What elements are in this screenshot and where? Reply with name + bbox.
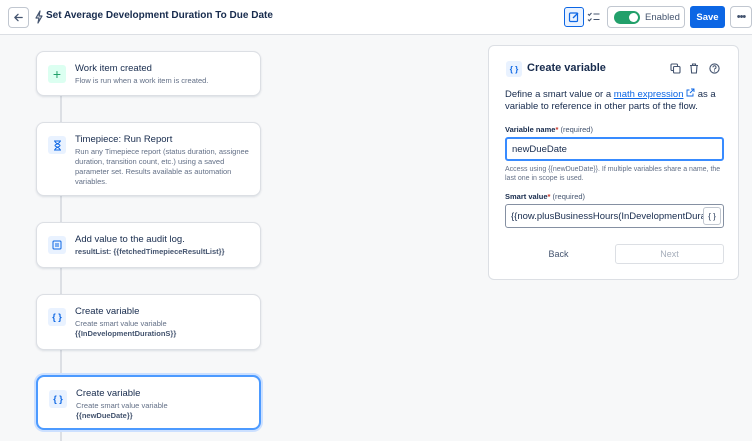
braces-icon: { } bbox=[506, 61, 522, 77]
flow-connector bbox=[60, 196, 62, 222]
duplicate-button[interactable] bbox=[669, 62, 681, 74]
flow-node-create-variable-2[interactable]: { } Create variable Create smart value v… bbox=[36, 375, 261, 430]
checklist-icon bbox=[587, 12, 599, 22]
edit-icon bbox=[568, 12, 579, 23]
node-description: Run any Timepiece report (status duratio… bbox=[75, 147, 249, 186]
node-title: Timepiece: Run Report bbox=[75, 134, 173, 145]
desc-value: {{InDevelopmentDurationS}} bbox=[75, 329, 177, 338]
variable-name-input[interactable]: newDueDate bbox=[505, 137, 724, 161]
variable-name-help: Access using {{newDueDate}}. If multiple… bbox=[505, 166, 721, 182]
back-step-button[interactable]: Back bbox=[505, 244, 612, 264]
enabled-label: Enabled bbox=[645, 11, 680, 23]
arrow-left-icon bbox=[14, 13, 23, 22]
braces-icon: { } bbox=[49, 390, 67, 408]
flow-connector bbox=[60, 430, 62, 441]
lightning-icon bbox=[35, 10, 43, 24]
math-expression-link[interactable]: math expression bbox=[614, 89, 684, 100]
node-title: Work item created bbox=[75, 63, 152, 74]
desc-text: Create smart value variable bbox=[76, 401, 168, 410]
hourglass-icon bbox=[48, 136, 66, 154]
flow-connector bbox=[60, 96, 62, 122]
insert-smart-value-button[interactable]: { } bbox=[703, 207, 721, 225]
save-button[interactable]: Save bbox=[690, 6, 725, 28]
flow-node-timepiece[interactable]: Timepiece: Run Report Run any Timepiece … bbox=[36, 122, 261, 196]
checklist-view-button[interactable] bbox=[584, 7, 602, 27]
top-bar: Set Average Development Duration To Due … bbox=[0, 0, 752, 35]
more-options-button[interactable]: ••• bbox=[730, 6, 752, 28]
node-description: Flow is run when a work item is created. bbox=[75, 76, 209, 85]
help-icon bbox=[708, 62, 720, 74]
enabled-toggle[interactable]: Enabled bbox=[607, 6, 685, 28]
desc-prefix: resultList: bbox=[75, 247, 112, 256]
node-description: Create smart value variable {{newDueDate}… bbox=[76, 401, 256, 421]
node-title: Create variable bbox=[75, 306, 140, 317]
audit-log-icon bbox=[48, 236, 66, 254]
braces-icon: { } bbox=[48, 308, 66, 326]
external-link-icon bbox=[686, 88, 695, 97]
flow-title: Set Average Development Duration To Due … bbox=[46, 10, 273, 21]
flow-connector bbox=[60, 268, 62, 294]
create-variable-panel: { } Create variable Define a smart value… bbox=[488, 45, 739, 280]
desc-value: {{fetchedTimepieceResultList}} bbox=[113, 247, 225, 256]
node-title: Add value to the audit log. bbox=[75, 234, 185, 245]
node-description: Create smart value variable {{InDevelopme… bbox=[75, 319, 255, 339]
desc-text: Create smart value variable bbox=[75, 319, 167, 328]
node-title: Create variable bbox=[76, 388, 141, 399]
delete-button[interactable] bbox=[688, 62, 700, 74]
desc-value: {{newDueDate}} bbox=[76, 411, 133, 420]
panel-description: Define a smart value or a math expressio… bbox=[505, 88, 730, 113]
variable-name-label: Variable name* (required) bbox=[505, 125, 593, 134]
back-button[interactable] bbox=[8, 7, 29, 28]
copy-icon bbox=[669, 62, 681, 74]
plus-icon: + bbox=[48, 65, 66, 83]
trash-icon bbox=[690, 62, 698, 74]
flow-node-create-variable-1[interactable]: { } Create variable Create smart value v… bbox=[36, 294, 261, 350]
smart-value-input[interactable]: {{now.plusBusinessHours(InDevelopmentDur… bbox=[505, 204, 724, 228]
edit-view-button[interactable] bbox=[564, 7, 584, 27]
panel-title: Create variable bbox=[527, 62, 606, 74]
flow-node-audit-log[interactable]: Add value to the audit log. resultList: … bbox=[36, 222, 261, 268]
next-step-button[interactable]: Next bbox=[615, 244, 724, 264]
flow-node-trigger[interactable]: + Work item created Flow is run when a w… bbox=[36, 51, 261, 96]
desc-before: Define a smart value or a bbox=[505, 89, 614, 100]
help-button[interactable] bbox=[708, 62, 720, 74]
smart-value-label: Smart value* (required) bbox=[505, 192, 586, 201]
node-description: resultList: {{fetchedTimepieceResultList… bbox=[75, 247, 255, 257]
smart-value-text: {{now.plusBusinessHours(InDevelopmentDur… bbox=[511, 210, 722, 222]
flow-connector bbox=[60, 350, 62, 375]
toggle-switch[interactable] bbox=[614, 10, 640, 24]
